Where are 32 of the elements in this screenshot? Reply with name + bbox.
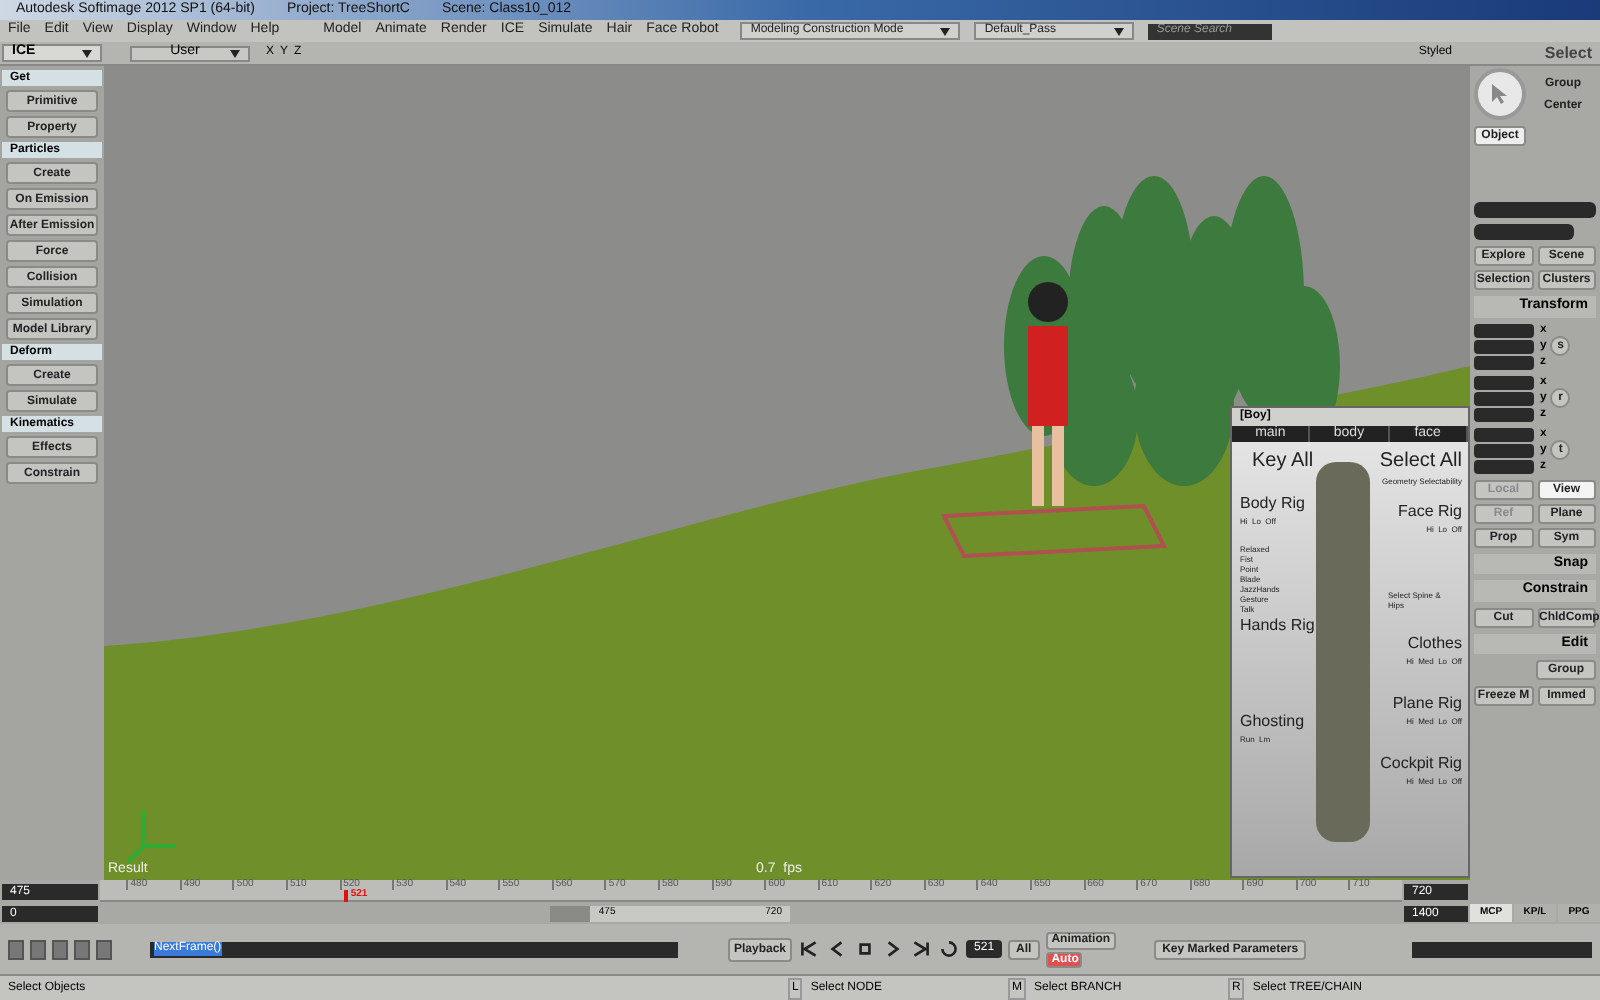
name-field[interactable] xyxy=(1474,202,1596,218)
value-field[interactable] xyxy=(1474,355,1534,369)
value-field[interactable] xyxy=(1474,427,1534,441)
caret-icon xyxy=(82,49,92,57)
rig-section-title: Clothes xyxy=(1407,632,1462,656)
caret-icon xyxy=(940,27,951,35)
caret-icon xyxy=(1114,27,1125,35)
value-field[interactable] xyxy=(1474,339,1534,353)
value-field[interactable] xyxy=(1474,459,1534,473)
rig-section-title: Cockpit Rig xyxy=(1380,752,1462,776)
rig-section-title: Face Rig xyxy=(1397,500,1462,524)
select-all-label: Select All xyxy=(1379,448,1462,476)
select-header: Select xyxy=(1542,41,1594,65)
rig-section-title: Plane Rig xyxy=(1392,692,1462,716)
value-field[interactable] xyxy=(1474,443,1534,457)
value-field[interactable] xyxy=(1474,323,1534,337)
rig-section-title: Ghosting xyxy=(1240,710,1305,734)
value-field[interactable] xyxy=(1474,407,1534,421)
playhead[interactable] xyxy=(344,890,349,902)
value-field[interactable] xyxy=(1474,375,1534,389)
transport-icon[interactable] xyxy=(910,938,933,960)
transport-icon[interactable] xyxy=(882,938,905,960)
caret-icon xyxy=(230,49,240,57)
key-all-label: Key All xyxy=(1252,448,1314,476)
parameter-field[interactable] xyxy=(1412,941,1592,957)
transport-icon[interactable] xyxy=(798,938,821,960)
rig-section-title: Hands Rig xyxy=(1240,614,1315,638)
name-field[interactable] xyxy=(1474,224,1574,240)
value-field[interactable] xyxy=(1474,391,1534,405)
transport-icon[interactable] xyxy=(938,938,961,960)
rig-section-title: Body Rig xyxy=(1240,492,1305,516)
transport-icon[interactable] xyxy=(854,938,877,960)
